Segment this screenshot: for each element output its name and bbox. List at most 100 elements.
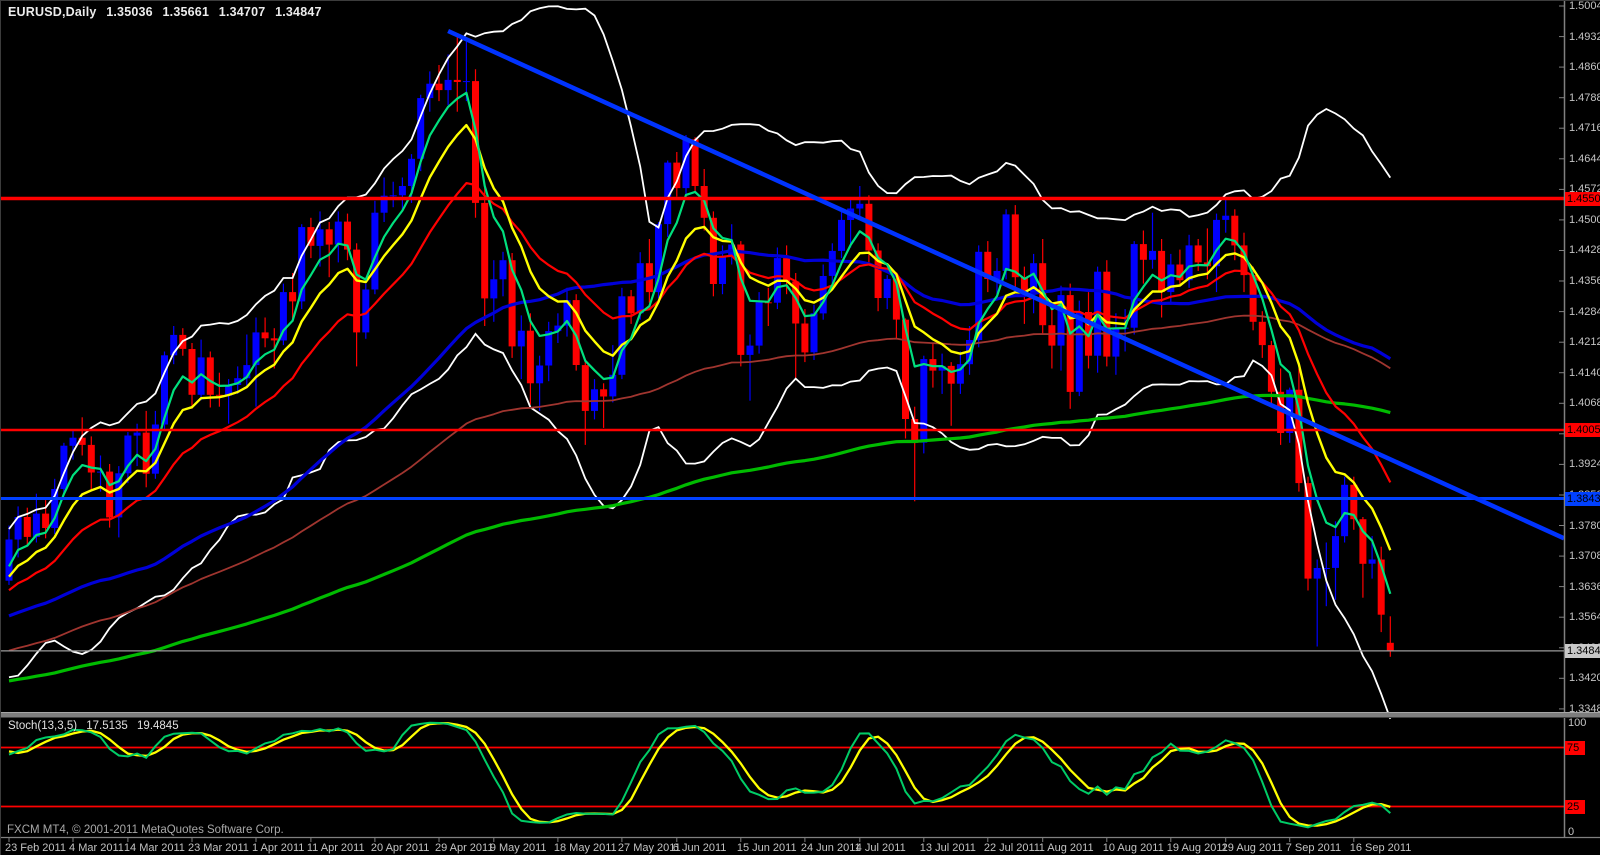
date-axis-label: 11 Apr 2011 [307,841,365,855]
price-axis-label: 1.46440 [1569,152,1600,166]
bull-candle-body [134,433,141,436]
current-price-badge: 1.34847 [1565,644,1600,658]
bull-candle-body [637,263,644,313]
stochastic-name: Stoch(13,3,5) [8,720,77,732]
pane-separator-handle[interactable] [1,712,1600,718]
stochastic-signal-line [9,723,1390,825]
bull-candle-body [1332,536,1339,568]
stoch-upper-level-badge: 75 [1565,741,1585,755]
stoch-scale-top-label: 100 [1568,716,1586,730]
stochastic-main-value: 17.5135 [86,720,128,732]
bull-candle-body [838,220,845,251]
horizontal-levels-layer [1,199,1564,499]
bull-candle-body [463,81,470,82]
bull-candle-body [500,260,507,279]
chart-canvas[interactable] [1,1,1600,855]
bull-candle-body [445,80,452,90]
bull-candle-body [1222,216,1229,220]
date-axis-label: 10 Aug 2011 [1103,841,1164,855]
bull-candle-body [829,251,836,276]
date-axis-label: 14 Mar 2011 [124,841,185,855]
price-axis-label: 1.37080 [1569,549,1600,563]
date-axis-label: 20 Apr 2011 [371,841,430,855]
candles-layer [6,33,1394,657]
date-axis-label: 22 Jul 2011 [984,841,1040,855]
date-axis-label: 4 Mar 2011 [69,841,124,855]
bull-candle-body [490,279,497,298]
bear-candle-body [1259,322,1266,345]
ema-5-line [9,93,1390,594]
date-axis-label: 18 May 2011 [554,841,617,855]
bull-candle-body [1186,245,1193,280]
price-axis-label: 1.39240 [1569,457,1600,471]
date-axis-label: 29 Aug 2011 [1222,841,1283,855]
date-axis-label: 4 Jul 2011 [856,841,906,855]
price-axis-label: 1.37800 [1569,519,1600,533]
bull-candle-body [756,302,763,345]
bear-candle-body [271,338,278,340]
stochastic-signal-value: 19.4845 [137,720,179,732]
bear-candle-body [1012,214,1019,277]
bull-candle-body [417,98,424,159]
bear-candle-body [948,366,955,384]
bear-candle-body [353,250,360,333]
bull-candle-body [747,346,754,355]
bull-candle-body [618,296,625,375]
bull-candle-body [335,222,342,245]
price-axis-label: 1.48600 [1569,60,1600,74]
mt4-chart-window: EURUSD,Daily 1.35036 1.35661 1.34707 1.3… [0,0,1600,855]
bull-candle-body [1149,251,1156,260]
date-axis-label: 9 May 2011 [490,841,547,855]
bull-candle-body [399,186,406,195]
price-axis-label: 1.47160 [1569,121,1600,135]
bear-candle-body [628,296,635,313]
platform-copyright: FXCM MT4, © 2001-2011 MetaQuotes Softwar… [7,824,284,836]
date-axis-label: 13 Jul 2011 [920,841,976,855]
date-axis-label: 24 Jun 2011 [801,841,861,855]
bear-candle-body [24,517,31,537]
stochastic-layer [1,723,1564,828]
stoch-scale-bottom-label: 0 [1568,825,1574,839]
bear-candle-body [1158,251,1165,292]
date-axis-label: 19 Aug 2011 [1167,841,1228,855]
date-axis-label: 7 Sep 2011 [1286,841,1341,855]
price-axis-label: 1.36360 [1569,580,1600,594]
date-axis-label: 15 Jun 2011 [737,841,797,855]
date-axis-label: 23 Feb 2011 [5,841,66,855]
bull-candle-body [317,229,324,246]
bull-candle-body [1341,485,1348,536]
bull-candle-body [1213,220,1220,266]
date-axis-label: 27 May 2011 [618,841,681,855]
bollinger-bands-layer [9,6,1390,719]
bull-candle-body [719,257,726,284]
bear-candle-body [436,84,443,90]
price-axis-label: 1.42840 [1569,305,1600,319]
bear-candle-body [326,229,333,244]
stochastic-indicator-label: Stoch(13,3,5) 17.5135 19.4845 [8,720,185,732]
bear-candle-body [1195,245,1202,262]
chart-title: EURUSD,Daily 1.35036 1.35661 1.34707 1.3… [8,5,328,19]
date-axis-label: 1 Apr 2011 [252,841,304,855]
price-axis-label: 1.40680 [1569,396,1600,410]
bull-candle-body [390,195,397,196]
bollinger-lower-band [9,334,1390,719]
price-axis-label: 1.47880 [1569,91,1600,105]
bear-candle-body [262,332,269,338]
level-price-badge: 1.38436 [1565,492,1600,506]
price-axis-label: 1.41400 [1569,366,1600,380]
bear-candle-body [481,203,488,299]
bear-candle-body [289,292,296,301]
ema-200-line [9,395,1390,681]
price-axis-label: 1.34200 [1569,671,1600,685]
price-axis-label: 1.45000 [1569,213,1600,227]
date-axis-label: 1 Aug 2011 [1039,841,1094,855]
bear-candle-body [582,365,589,411]
ohlc-open-value: 1.35036 [106,5,153,19]
bear-candle-body [454,80,461,82]
bull-candle-body [856,204,863,209]
stoch-lower-level-badge: 25 [1565,800,1585,814]
price-axis-label: 1.50040 [1569,0,1600,13]
bear-candle-body [1048,325,1055,345]
price-axis-label: 1.43560 [1569,274,1600,288]
price-axis-label: 1.49320 [1569,30,1600,44]
